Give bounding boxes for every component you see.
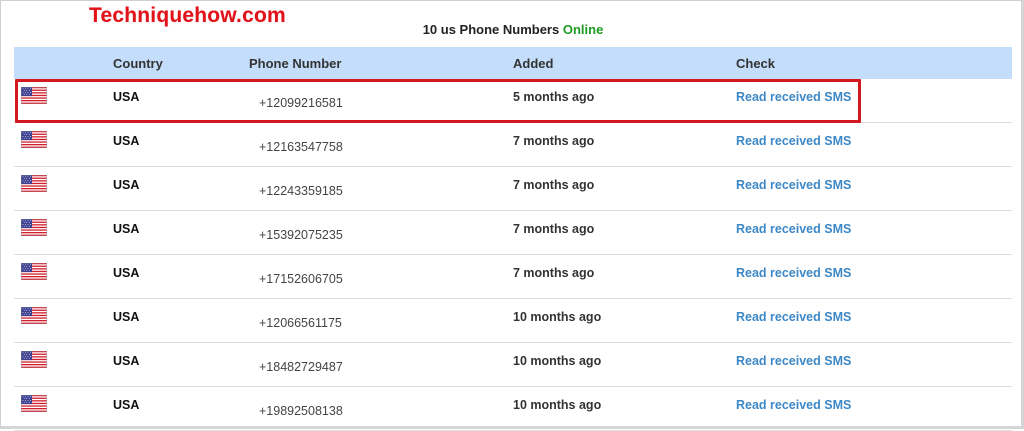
table-row: USA +12066561175 10 months ago Read rece… [14,299,1012,343]
phone-number-cell: +12163547758 [259,140,343,154]
phone-numbers-table: Country Phone Number Added Check USA +12… [14,47,1012,431]
heading-text: 10 us Phone Numbers [422,22,560,37]
country-cell: USA [113,310,140,324]
column-header-added: Added [513,56,554,71]
table-row: USA +15392075235 7 months ago Read recei… [14,211,1012,255]
us-flag-icon [20,306,48,325]
country-cell: USA [113,222,140,236]
added-cell: 7 months ago [513,266,595,280]
table-header: Country Phone Number Added Check [14,47,1012,79]
country-cell: USA [113,266,140,280]
read-sms-link[interactable]: Read received SMS [736,222,851,236]
column-header-check: Check [736,56,776,71]
us-flag-icon [20,218,48,237]
us-flag-icon [20,86,48,105]
country-cell: USA [113,134,140,148]
phone-number-cell: +12243359185 [259,184,343,198]
phone-number-cell: +19892508138 [259,404,343,418]
read-sms-link[interactable]: Read received SMS [736,354,851,368]
table-row: USA +12243359185 7 months ago Read recei… [14,167,1012,211]
us-flag-icon [20,130,48,149]
read-sms-link[interactable]: Read received SMS [736,134,851,148]
us-flag-icon [20,262,48,281]
page-frame: Techniquehow.com 10 us Phone Numbers Onl… [0,0,1024,431]
country-cell: USA [113,354,140,368]
phone-number-cell: +12099216581 [259,96,343,110]
phone-number-cell: +15392075235 [259,228,343,242]
online-status: Online [562,22,604,37]
added-cell: 10 months ago [513,310,602,324]
read-sms-link[interactable]: Read received SMS [736,178,851,192]
country-cell: USA [113,178,140,192]
read-sms-link[interactable]: Read received SMS [736,266,851,280]
us-flag-icon [20,394,48,413]
added-cell: 7 months ago [513,222,595,236]
added-cell: 10 months ago [513,354,602,368]
added-cell: 7 months ago [513,178,595,192]
read-sms-link[interactable]: Read received SMS [736,398,851,412]
us-flag-icon [20,174,48,193]
table-row: USA +18482729487 10 months ago Read rece… [14,343,1012,387]
read-sms-link[interactable]: Read received SMS [736,90,851,104]
page-heading: 10 us Phone Numbers Online [1,22,1024,37]
table-row: USA +19892508138 10 months ago Read rece… [14,387,1012,431]
table-row: USA +12163547758 7 months ago Read recei… [14,123,1012,167]
phone-number-cell: +18482729487 [259,360,343,374]
phone-number-cell: +17152606705 [259,272,343,286]
us-flag-icon [20,350,48,369]
table-body: USA +12099216581 5 months ago Read recei… [14,79,1012,431]
table-row: USA +12099216581 5 months ago Read recei… [14,79,1012,123]
phone-number-cell: +12066561175 [259,316,342,330]
column-header-country: Country [113,56,163,71]
country-cell: USA [113,90,140,104]
table-row: USA +17152606705 7 months ago Read recei… [14,255,1012,299]
country-cell: USA [113,398,140,412]
added-cell: 10 months ago [513,398,602,412]
column-header-phone-number: Phone Number [249,56,342,71]
read-sms-link[interactable]: Read received SMS [736,310,851,324]
added-cell: 5 months ago [513,90,595,104]
added-cell: 7 months ago [513,134,595,148]
